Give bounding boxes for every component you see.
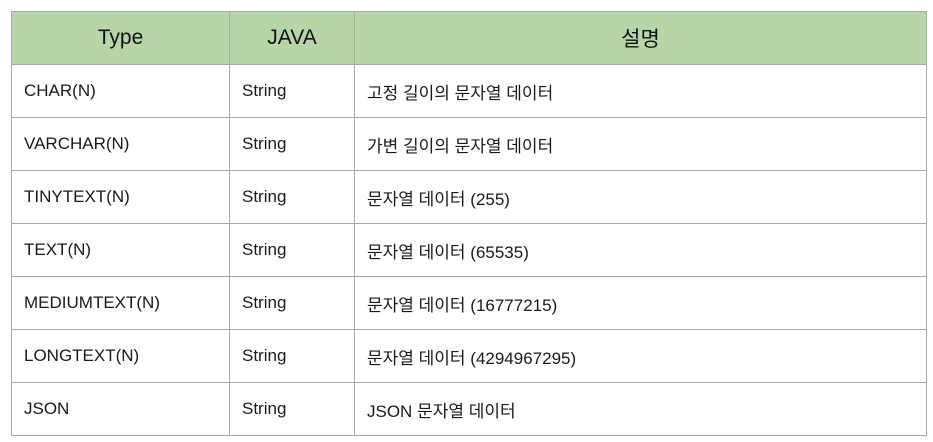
cell-type: CHAR(N): [11, 64, 230, 118]
cell-description: 문자열 데이터 (4294967295): [354, 329, 927, 383]
cell-type: JSON: [11, 382, 230, 436]
table-row: VARCHAR(N) String 가변 길이의 문자열 데이터: [11, 117, 927, 171]
cell-type: VARCHAR(N): [11, 117, 230, 171]
cell-description: JSON 문자열 데이터: [354, 382, 927, 436]
cell-type: TEXT(N): [11, 223, 230, 277]
cell-description: 가변 길이의 문자열 데이터: [354, 117, 927, 171]
cell-java: String: [229, 170, 355, 224]
cell-java: String: [229, 329, 355, 383]
cell-type: TINYTEXT(N): [11, 170, 230, 224]
table-row: TEXT(N) String 문자열 데이터 (65535): [11, 223, 927, 277]
table-row: CHAR(N) String 고정 길이의 문자열 데이터: [11, 64, 927, 118]
cell-description: 문자열 데이터 (65535): [354, 223, 927, 277]
cell-java: String: [229, 117, 355, 171]
cell-description: 고정 길이의 문자열 데이터: [354, 64, 927, 118]
cell-java: String: [229, 64, 355, 118]
cell-java: String: [229, 223, 355, 277]
data-type-table: Type JAVA 설명 CHAR(N) String 고정 길이의 문자열 데…: [11, 11, 927, 436]
cell-java: String: [229, 382, 355, 436]
table-header-row: Type JAVA 설명: [11, 11, 927, 65]
table-row: JSON String JSON 문자열 데이터: [11, 382, 927, 436]
header-java: JAVA: [229, 11, 355, 65]
header-type: Type: [11, 11, 230, 65]
table-row: MEDIUMTEXT(N) String 문자열 데이터 (16777215): [11, 276, 927, 330]
document-frame: Type JAVA 설명 CHAR(N) String 고정 길이의 문자열 데…: [0, 0, 933, 442]
table-row: TINYTEXT(N) String 문자열 데이터 (255): [11, 170, 927, 224]
table-row: LONGTEXT(N) String 문자열 데이터 (4294967295): [11, 329, 927, 383]
cell-description: 문자열 데이터 (255): [354, 170, 927, 224]
cell-description: 문자열 데이터 (16777215): [354, 276, 927, 330]
header-description: 설명: [354, 11, 927, 65]
cell-java: String: [229, 276, 355, 330]
cell-type: LONGTEXT(N): [11, 329, 230, 383]
cell-type: MEDIUMTEXT(N): [11, 276, 230, 330]
